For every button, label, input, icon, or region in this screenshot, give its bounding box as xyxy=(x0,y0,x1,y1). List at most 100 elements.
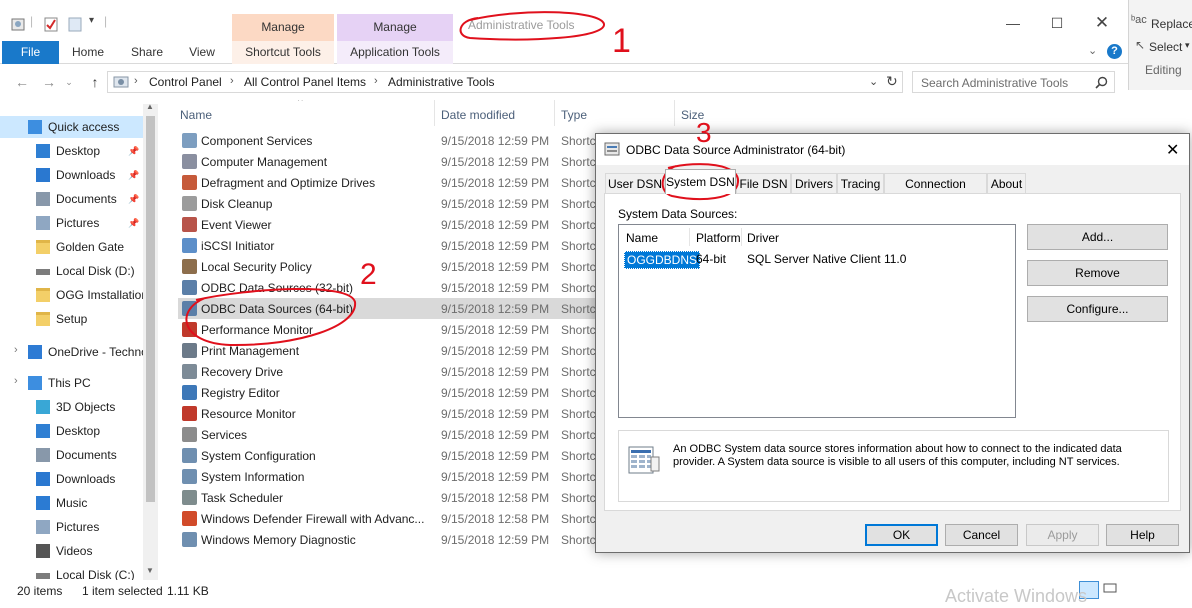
pin-icon[interactable]: 📌 xyxy=(128,212,139,234)
remove-button[interactable]: Remove xyxy=(1027,260,1168,286)
column-divider[interactable] xyxy=(554,100,555,126)
address-bar[interactable]: › Control Panel › All Control Panel Item… xyxy=(107,71,903,93)
nav-scroll-thumb[interactable] xyxy=(146,116,155,502)
replace-icon[interactable]: ᵇac xyxy=(1131,14,1147,26)
sidebar-item-local-disk-d[interactable]: Local Disk (D:) xyxy=(0,260,143,282)
properties-icon[interactable] xyxy=(10,16,26,32)
dsn-row-driver[interactable]: SQL Server Native Client 11.0 xyxy=(747,252,906,266)
pin-icon[interactable]: 📌 xyxy=(128,140,139,162)
sidebar-item-documents[interactable]: Documents 📌 xyxy=(0,188,143,210)
up-arrow-icon[interactable]: ↑ xyxy=(86,73,104,91)
list-header-divider[interactable] xyxy=(741,228,742,246)
scroll-down-icon[interactable]: ▼ xyxy=(146,566,154,575)
sidebar-item-videos[interactable]: Videos xyxy=(0,540,143,562)
sidebar-item-onedrive-techno[interactable]: OneDrive - Techno xyxy=(0,341,148,363)
checkmark-icon[interactable] xyxy=(43,16,59,32)
sidebar-item-music[interactable]: Music xyxy=(0,492,143,514)
breadcrumb-administrative-tools[interactable]: Administrative Tools xyxy=(388,75,495,89)
tab-file[interactable]: File xyxy=(2,41,59,64)
file-date: 9/15/2018 12:59 PM xyxy=(441,134,550,148)
breadcrumb-separator-icon[interactable]: › xyxy=(230,75,234,87)
replace-button[interactable]: Replace xyxy=(1151,17,1192,31)
sidebar-item-pictures[interactable]: Pictures 📌 xyxy=(0,212,143,234)
select-dropdown-icon[interactable]: ▾ xyxy=(1185,40,1190,51)
forward-arrow-icon[interactable]: → xyxy=(40,73,58,91)
sidebar-item-setup[interactable]: Setup xyxy=(0,308,143,330)
sidebar-item-label: Desktop xyxy=(56,144,101,158)
sidebar-item-pictures[interactable]: Pictures xyxy=(0,516,143,538)
list-header-name[interactable]: Name xyxy=(626,231,658,245)
help-button[interactable]: Help xyxy=(1106,524,1179,546)
sidebar-item-documents[interactable]: Documents xyxy=(0,444,143,466)
tab-user-dsn[interactable]: User DSN xyxy=(605,173,665,193)
tab-about[interactable]: About xyxy=(987,173,1026,193)
search-icon[interactable] xyxy=(1095,76,1108,89)
new-folder-icon[interactable] xyxy=(67,16,83,32)
tab-tracing[interactable]: Tracing xyxy=(837,173,884,193)
close-icon[interactable]: ✕ xyxy=(1087,12,1117,34)
search-input[interactable]: Search Administrative Tools xyxy=(912,71,1115,93)
sidebar-item-ogg-imstallation[interactable]: OGG Imstallation xyxy=(0,284,148,306)
scroll-up-icon[interactable]: ▲ xyxy=(146,102,154,111)
tab-view[interactable]: View xyxy=(181,41,223,64)
sidebar-item-quick-access[interactable]: Quick access xyxy=(0,116,143,138)
sidebar-item-3d-objects[interactable]: 3D Objects xyxy=(0,396,143,418)
sidebar-item-this-pc[interactable]: This PC xyxy=(0,372,143,394)
recent-locations-icon[interactable]: ⌄ xyxy=(60,73,78,91)
dsn-row-name[interactable]: OGGDBDNS xyxy=(624,251,701,269)
cancel-button[interactable]: Cancel xyxy=(945,524,1018,546)
sidebar-item-downloads[interactable]: Downloads xyxy=(0,468,143,490)
sidebar-item-desktop[interactable]: Desktop xyxy=(0,420,143,442)
maximize-icon[interactable]: ☐ xyxy=(1042,12,1072,34)
list-header-platform[interactable]: Platform xyxy=(696,231,741,245)
nav-scrollbar[interactable]: ▲ ▼ xyxy=(143,102,158,580)
tab-connection-pooling[interactable]: Connection Pooling xyxy=(884,173,987,211)
activate-windows-watermark: Activate Windows xyxy=(945,586,1088,606)
dsn-row-platform[interactable]: 64-bit xyxy=(696,252,726,266)
configure-button[interactable]: Configure... xyxy=(1027,296,1168,322)
column-header-name[interactable]: Name xyxy=(180,104,212,126)
ribbon-expand-icon[interactable]: ⌄ xyxy=(1088,44,1097,57)
breadcrumb-separator-icon[interactable]: › xyxy=(134,75,138,87)
tab-drivers[interactable]: Drivers xyxy=(791,173,837,193)
tab-share[interactable]: Share xyxy=(124,41,170,64)
sidebar-item-downloads[interactable]: Downloads 📌 xyxy=(0,164,143,186)
pin-icon[interactable]: 📌 xyxy=(128,164,139,186)
tab-shortcut-tools[interactable]: Shortcut Tools xyxy=(232,41,334,64)
list-header-divider[interactable] xyxy=(689,228,690,246)
refresh-icon[interactable]: ↻ xyxy=(886,73,898,90)
breadcrumb-separator-icon[interactable]: › xyxy=(374,75,378,87)
column-header-size[interactable]: Size xyxy=(681,104,704,126)
expand-chevron-icon[interactable]: › xyxy=(14,375,18,387)
ok-button[interactable]: OK xyxy=(865,524,938,546)
sidebar-item-desktop[interactable]: Desktop 📌 xyxy=(0,140,143,162)
large-icons-view-icon[interactable] xyxy=(1102,581,1122,599)
breadcrumb-control-panel[interactable]: Control Panel xyxy=(149,75,222,89)
breadcrumb-all-items[interactable]: All Control Panel Items xyxy=(244,75,366,89)
tab-home[interactable]: Home xyxy=(65,41,111,64)
qat-dropdown-icon[interactable]: ▾ xyxy=(89,15,94,26)
back-arrow-icon[interactable]: ← xyxy=(13,73,31,91)
sidebar-item-golden-gate[interactable]: Golden Gate xyxy=(0,236,143,258)
address-dropdown-icon[interactable]: ⌄ xyxy=(869,75,878,88)
add-button[interactable]: Add... xyxy=(1027,224,1168,250)
sidebar-item-local-disk-c[interactable]: Local Disk (C:) xyxy=(0,564,143,580)
column-header-date-modified[interactable]: Date modified xyxy=(441,104,515,126)
tab-application-tools[interactable]: Application Tools xyxy=(337,41,453,64)
tab-file-dsn[interactable]: File DSN xyxy=(736,173,791,193)
dsn-listview[interactable]: Name Platform Driver OGGDBDNS 64-bit SQL… xyxy=(618,224,1016,418)
column-divider[interactable] xyxy=(434,100,435,126)
column-divider[interactable] xyxy=(674,100,675,126)
select-button[interactable]: Select xyxy=(1149,40,1182,54)
pin-icon[interactable]: 📌 xyxy=(128,188,139,210)
list-header-driver[interactable]: Driver xyxy=(747,231,779,245)
tab-system-dsn[interactable]: System DSN xyxy=(665,169,736,194)
file-name: Recovery Drive xyxy=(201,365,284,379)
column-header-type[interactable]: Type xyxy=(561,104,587,126)
expand-chevron-icon[interactable]: › xyxy=(14,344,18,356)
minimize-icon[interactable]: — xyxy=(998,12,1028,34)
dialog-close-icon[interactable]: ✕ xyxy=(1166,140,1179,160)
help-icon[interactable]: ? xyxy=(1107,44,1122,59)
apply-button[interactable]: Apply xyxy=(1026,524,1099,546)
pictures-icon xyxy=(36,216,50,230)
